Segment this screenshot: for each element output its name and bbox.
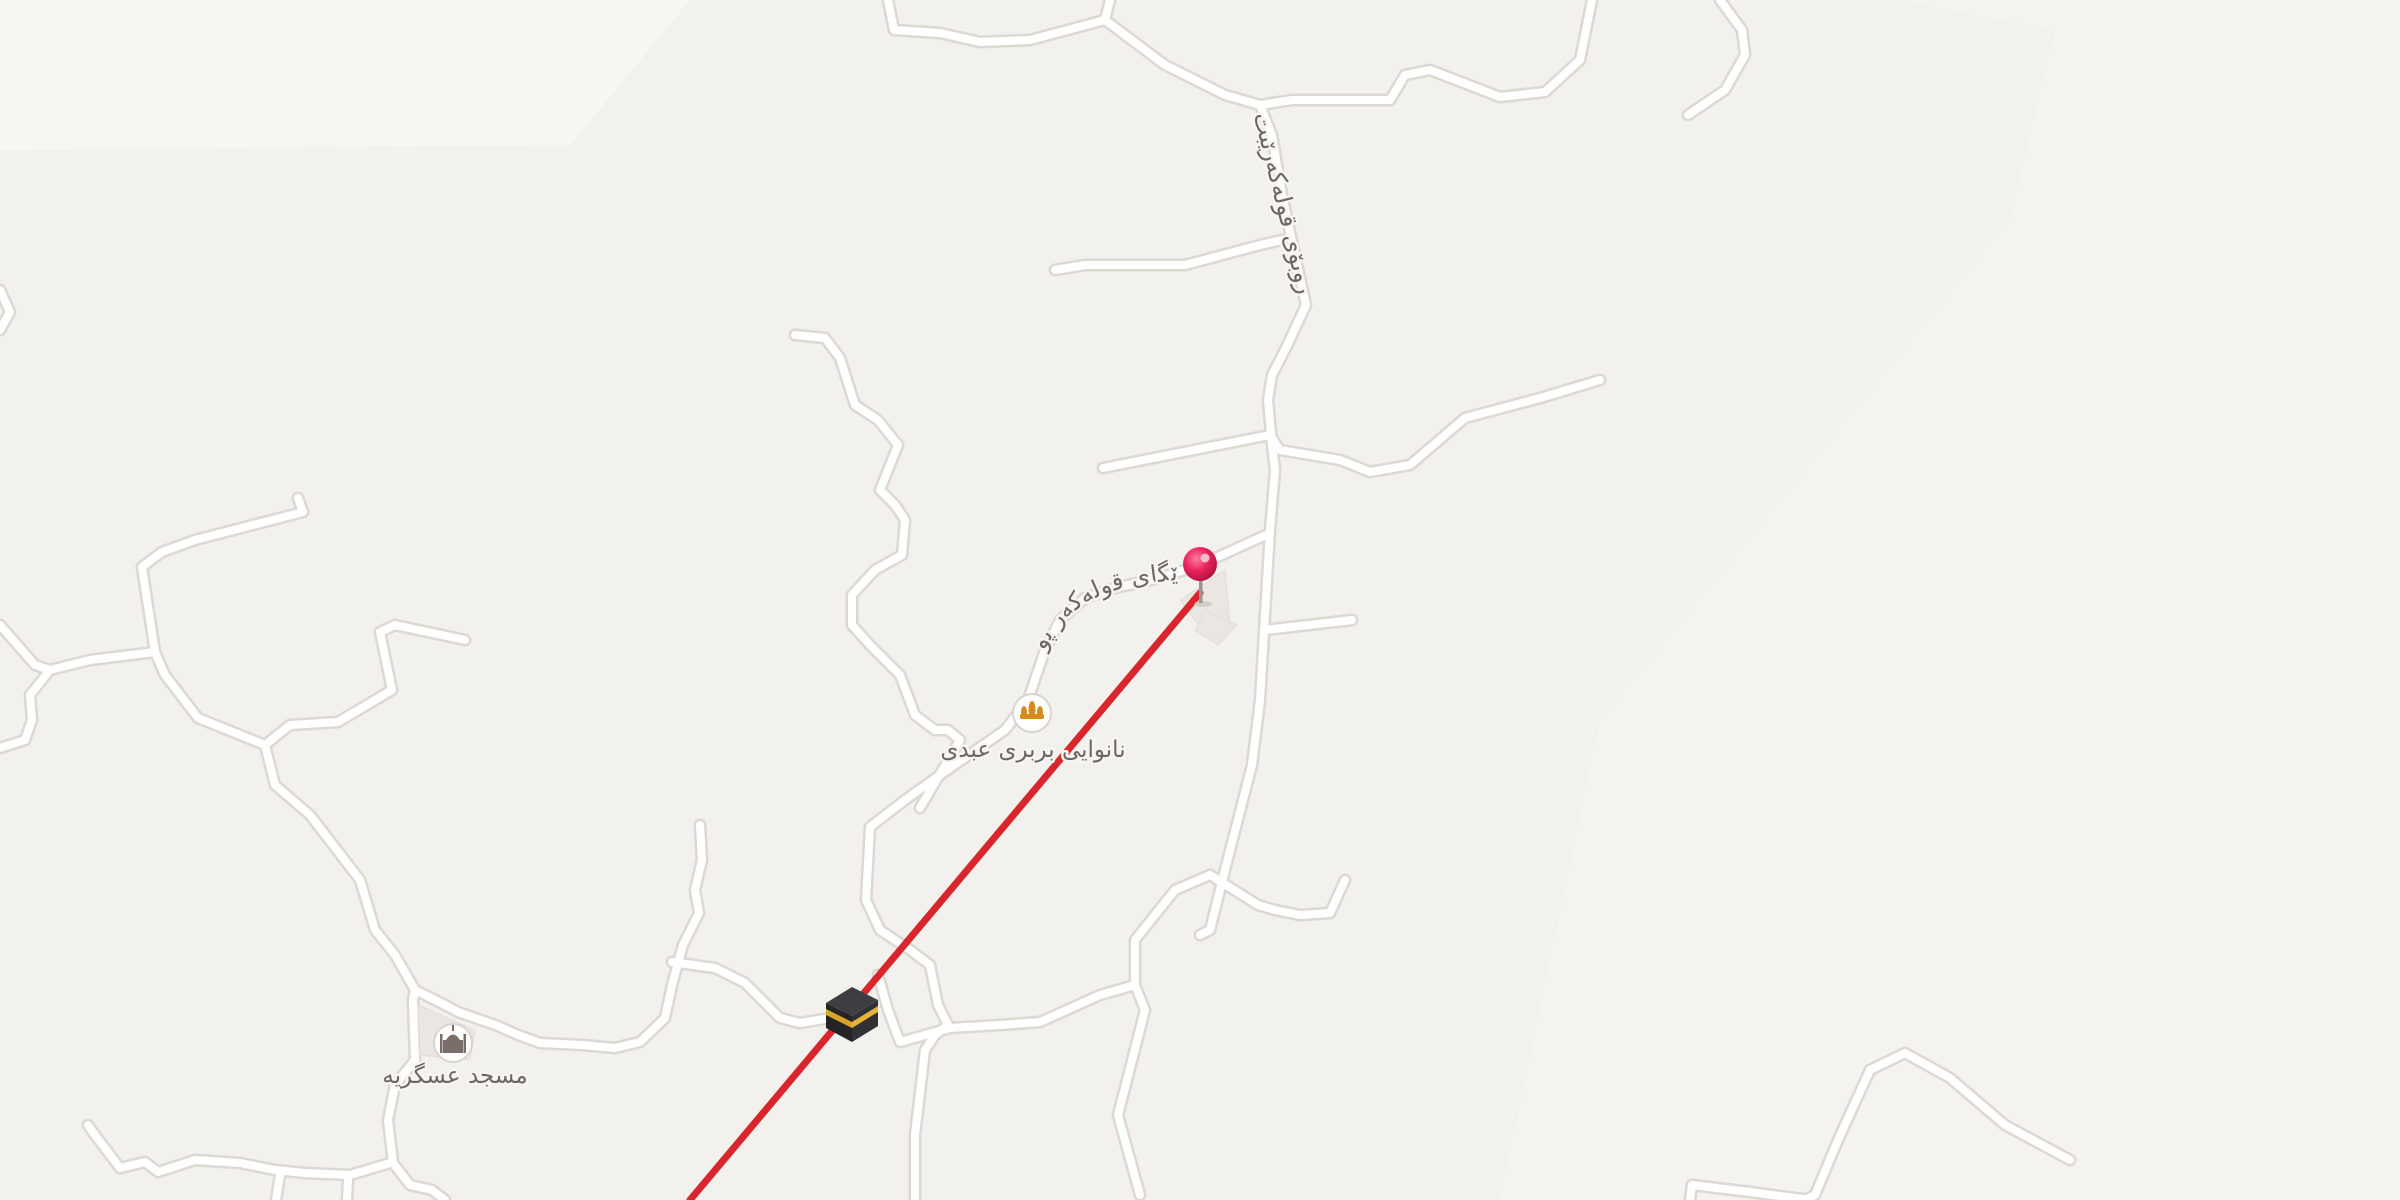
poi-mosque-label: مسجد عسگریه [382, 1062, 527, 1089]
poi-bakery-label: نانوایی بربری عبدی [940, 737, 1125, 763]
map-canvas[interactable]: روبۆی قولەکەرێبت ڕێگای قولەکەر پور نانوا… [0, 0, 2400, 1200]
poi-mosque[interactable] [433, 1023, 473, 1063]
map-pin-icon [1183, 547, 1217, 581]
poi-bakery[interactable] [1012, 693, 1052, 733]
